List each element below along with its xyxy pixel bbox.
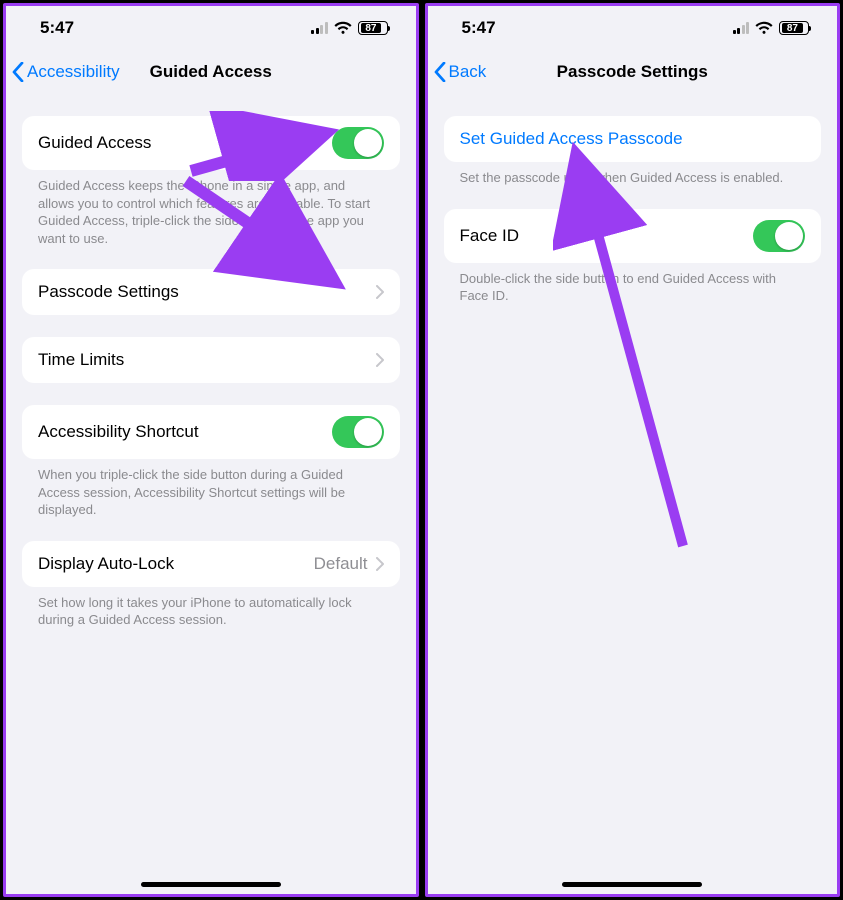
back-button[interactable]: Accessibility: [12, 50, 120, 94]
set-passcode-label: Set Guided Access Passcode: [460, 129, 683, 149]
chevron-left-icon: [434, 62, 446, 82]
battery-percentage: 87: [782, 23, 803, 33]
guided-access-label: Guided Access: [38, 133, 151, 153]
home-indicator[interactable]: [562, 882, 702, 887]
status-right: 87: [311, 21, 388, 35]
set-passcode-footer: Set the passcode used when Guided Access…: [444, 162, 822, 187]
face-id-label: Face ID: [460, 226, 520, 246]
face-id-row[interactable]: Face ID: [444, 209, 822, 263]
display-autolock-label: Display Auto-Lock: [38, 554, 174, 574]
content: Set Guided Access Passcode Set the passc…: [428, 94, 838, 305]
back-label: Accessibility: [27, 62, 120, 82]
page-title: Guided Access: [150, 62, 272, 82]
guided-access-footer: Guided Access keeps the iPhone in a sing…: [22, 170, 400, 247]
nav-header: Back Passcode Settings: [428, 50, 838, 94]
battery-percentage: 87: [361, 23, 382, 33]
nav-header: Accessibility Guided Access: [6, 50, 416, 94]
status-bar: 5:47 87: [6, 6, 416, 50]
back-button[interactable]: Back: [434, 50, 487, 94]
accessibility-shortcut-footer: When you triple-click the side button du…: [22, 459, 400, 519]
phone-left-guided-access: 5:47 87 Accessibility Guided Access Guid…: [3, 3, 419, 897]
chevron-left-icon: [12, 62, 24, 82]
chevron-right-icon: [376, 557, 384, 571]
guided-access-toggle-row[interactable]: Guided Access: [22, 116, 400, 170]
page-title: Passcode Settings: [557, 62, 708, 82]
set-passcode-row[interactable]: Set Guided Access Passcode: [444, 116, 822, 162]
display-autolock-row[interactable]: Display Auto-Lock Default: [22, 541, 400, 587]
passcode-settings-label: Passcode Settings: [38, 282, 179, 302]
passcode-settings-row[interactable]: Passcode Settings: [22, 269, 400, 315]
wifi-icon: [334, 21, 352, 35]
accessibility-shortcut-toggle[interactable]: [332, 416, 384, 448]
display-autolock-value: Default: [314, 554, 368, 574]
time-limits-row[interactable]: Time Limits: [22, 337, 400, 383]
face-id-footer: Double-click the side button to end Guid…: [444, 263, 822, 305]
chevron-right-icon: [376, 285, 384, 299]
back-label: Back: [449, 62, 487, 82]
status-right: 87: [733, 21, 810, 35]
phone-right-passcode-settings: 5:47 87 Back Passcode Settings Set Guide…: [425, 3, 841, 897]
status-time: 5:47: [462, 18, 496, 38]
battery-icon: 87: [779, 21, 809, 35]
guided-access-toggle[interactable]: [332, 127, 384, 159]
wifi-icon: [755, 21, 773, 35]
time-limits-label: Time Limits: [38, 350, 124, 370]
chevron-right-icon: [376, 353, 384, 367]
cellular-icon: [733, 22, 750, 34]
accessibility-shortcut-label: Accessibility Shortcut: [38, 422, 199, 442]
status-time: 5:47: [40, 18, 74, 38]
status-bar: 5:47 87: [428, 6, 838, 50]
home-indicator[interactable]: [141, 882, 281, 887]
cellular-icon: [311, 22, 328, 34]
display-autolock-footer: Set how long it takes your iPhone to aut…: [22, 587, 400, 629]
accessibility-shortcut-row[interactable]: Accessibility Shortcut: [22, 405, 400, 459]
face-id-toggle[interactable]: [753, 220, 805, 252]
battery-icon: 87: [358, 21, 388, 35]
content: Guided Access Guided Access keeps the iP…: [6, 94, 416, 629]
